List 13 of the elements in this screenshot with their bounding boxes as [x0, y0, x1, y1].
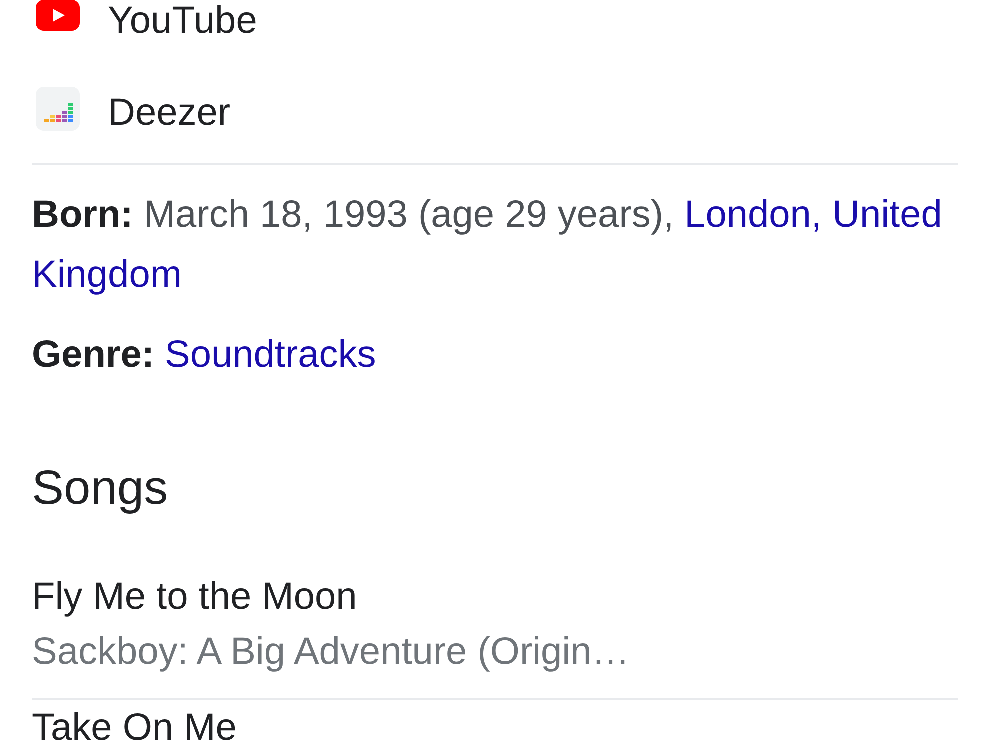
fact-link[interactable]: London, United — [684, 194, 942, 236]
song-title[interactable]: Take On Me — [32, 707, 237, 750]
fact-link[interactable]: Kingdom — [32, 254, 182, 296]
platform-link[interactable]: Deezer — [32, 63, 230, 163]
song-title[interactable]: Fly Me to the Moon — [32, 572, 358, 622]
play-icon — [36, 0, 80, 31]
fact-link[interactable]: Soundtracks — [165, 334, 376, 376]
equalizer-icon — [36, 87, 80, 131]
section-heading: Songs — [32, 461, 170, 517]
platform-link[interactable]: YouTube — [32, 0, 258, 63]
album-name: Sackboy: A Big Adventure (Origin… — [32, 630, 630, 675]
fact-text: Born: March 18, 1993 (age 29 years), London, United Kingdom — [32, 193, 944, 298]
fact-text: Genre: Soundtracks — [32, 333, 378, 378]
